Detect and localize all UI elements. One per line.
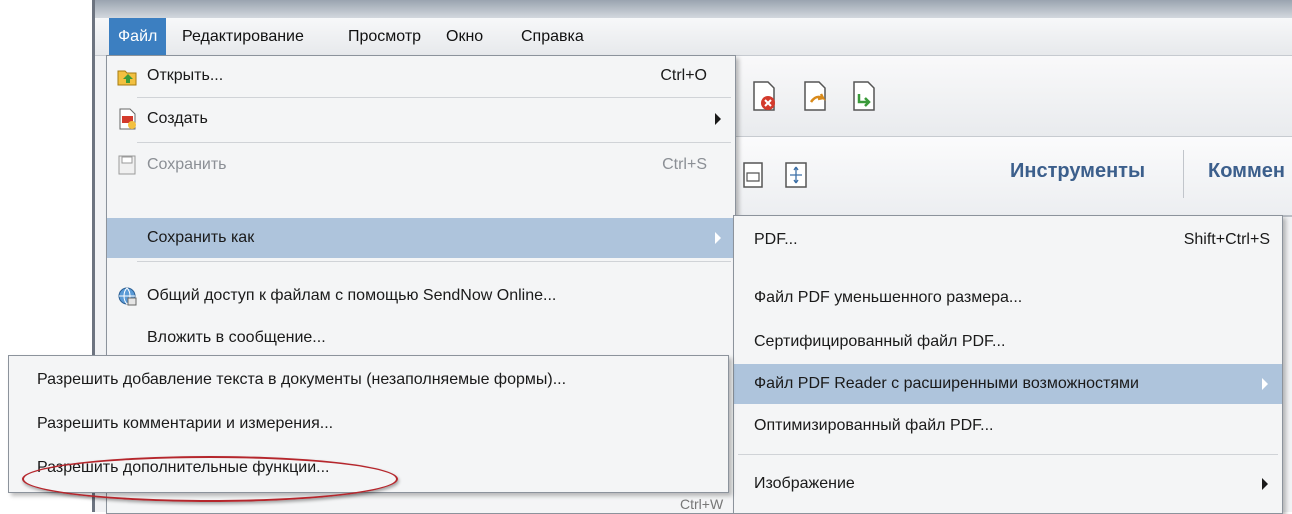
submenu-arrow-icon xyxy=(715,232,721,244)
page-view-icon[interactable] xyxy=(741,159,767,191)
menu-separator xyxy=(137,97,731,98)
share-globe-icon xyxy=(118,287,137,306)
menu-separator xyxy=(738,454,1278,455)
submenu-arrow-icon xyxy=(715,113,721,125)
toolbar-divider xyxy=(1183,150,1184,198)
menu-help[interactable]: Справка xyxy=(512,18,593,55)
enable-commenting-and-measuring[interactable]: Разрешить комментарии и измерения... xyxy=(9,404,728,444)
save-as-certified-pdf[interactable]: Сертифицированный файл PDF... xyxy=(734,322,1282,362)
export-page-icon[interactable] xyxy=(802,80,828,112)
tools-pane-button[interactable]: Инструменты xyxy=(1010,160,1145,183)
menu-item-share-sendnow[interactable]: Общий доступ к файлам с помощью SendNow … xyxy=(107,276,735,316)
save-as-submenu: PDF... Shift+Ctrl+S Файл PDF уменьшенног… xyxy=(733,215,1283,514)
open-folder-icon xyxy=(117,70,137,86)
menu-item-create[interactable]: Создать xyxy=(107,99,735,139)
menu-bar: Файл Редактирование Просмотр Окно Справк… xyxy=(95,18,1292,56)
save-as-optimized-pdf[interactable]: Оптимизированный файл PDF... xyxy=(734,406,1282,446)
menu-file[interactable]: Файл xyxy=(109,18,167,55)
comments-pane-button[interactable]: Коммен xyxy=(1208,160,1285,183)
menu-item-save-as[interactable]: Сохранить как xyxy=(107,218,735,258)
create-document-icon xyxy=(119,108,136,130)
save-as-pdf[interactable]: PDF... Shift+Ctrl+S xyxy=(734,220,1282,260)
menu-separator xyxy=(137,142,731,143)
hidden-menu-shortcut: Ctrl+W xyxy=(680,496,724,512)
main-toolbar xyxy=(735,56,1292,137)
menu-item-save[interactable]: Сохранить Ctrl+S xyxy=(107,145,735,185)
save-as-reader-extended-pdf[interactable]: Файл PDF Reader с расширенными возможнос… xyxy=(734,364,1282,404)
title-bar xyxy=(95,0,1292,18)
menu-item-open[interactable]: Открыть... Ctrl+O xyxy=(107,56,735,96)
save-as-reduced-size-pdf[interactable]: Файл PDF уменьшенного размера... xyxy=(734,278,1282,318)
replace-page-icon[interactable] xyxy=(851,80,877,112)
menu-view[interactable]: Просмотр xyxy=(339,18,430,55)
fit-page-icon[interactable] xyxy=(783,159,809,191)
enable-text-in-documents[interactable]: Разрешить добавление текста в документы … xyxy=(9,360,728,400)
submenu-arrow-icon xyxy=(1262,478,1268,490)
menu-edit[interactable]: Редактирование xyxy=(173,18,313,55)
save-disk-icon xyxy=(118,155,136,175)
delete-page-icon[interactable] xyxy=(751,80,777,112)
menu-item-attach-to-email[interactable]: Вложить в сообщение... xyxy=(107,318,735,358)
save-as-image[interactable]: Изображение xyxy=(734,464,1282,504)
submenu-arrow-icon xyxy=(1262,378,1268,390)
menu-window[interactable]: Окно xyxy=(437,18,492,55)
menu-separator xyxy=(137,261,731,262)
annotation-ellipse xyxy=(22,456,398,502)
